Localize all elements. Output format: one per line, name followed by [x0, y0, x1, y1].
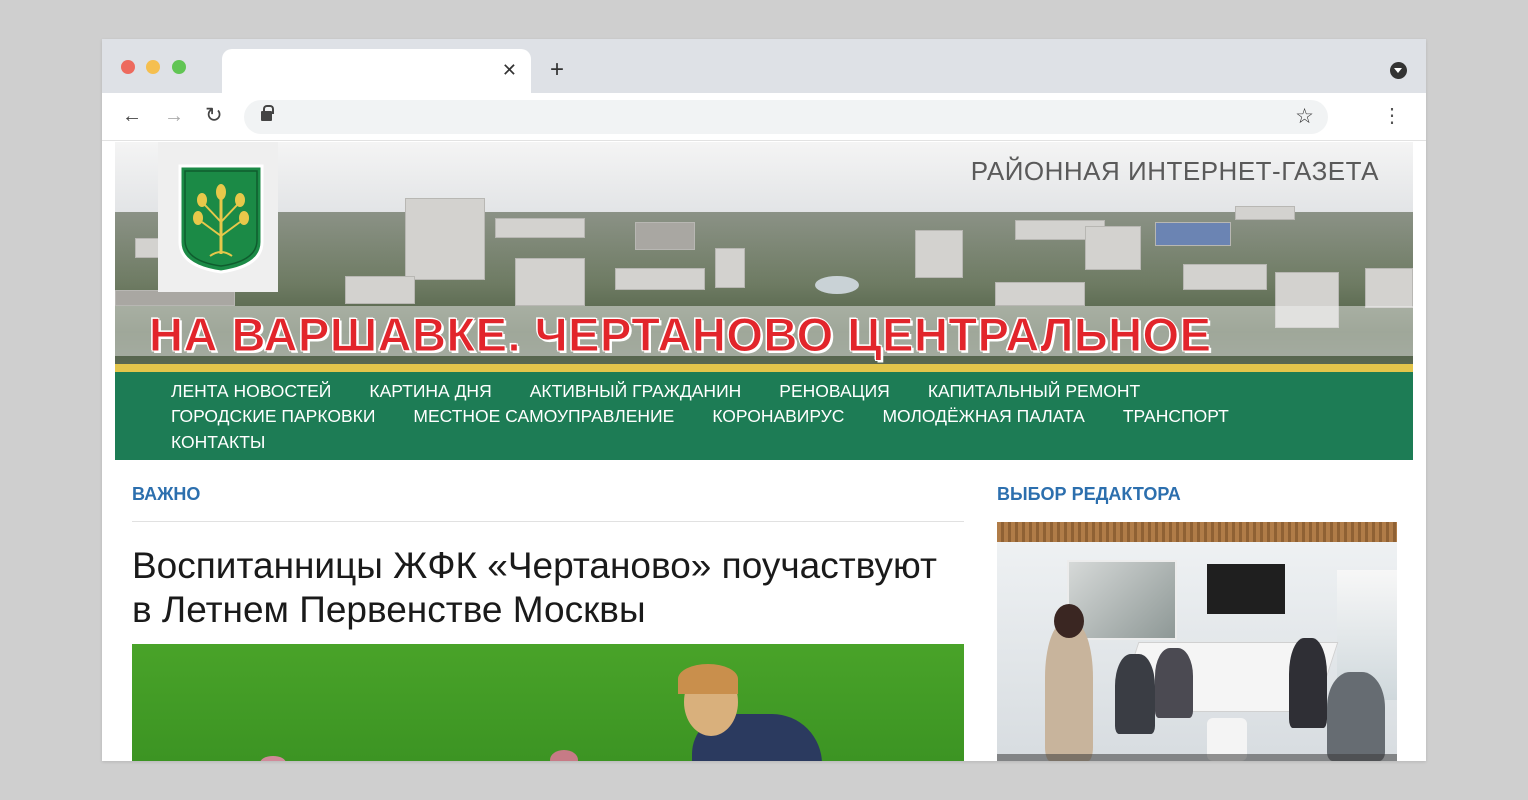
bookmark-star-icon[interactable]: ☆ — [1295, 105, 1314, 129]
editors-choice-image[interactable] — [997, 522, 1397, 761]
image-figure — [550, 750, 578, 761]
web-page: НА ВАРШАВКЕ. ЧЕРТАНОВО ЦЕНТРАЛЬНОЕ РАЙОН… — [115, 142, 1413, 761]
site-banner[interactable]: НА ВАРШАВКЕ. ЧЕРТАНОВО ЦЕНТРАЛЬНОЕ РАЙОН… — [115, 142, 1413, 372]
building — [115, 290, 235, 306]
nav-item-local-government[interactable]: МЕСТНОЕ САМОУПРАВЛЕНИЕ — [413, 405, 674, 427]
image-person — [1054, 604, 1084, 638]
building — [715, 248, 745, 288]
nav-item-coronavirus[interactable]: КОРОНАВИРУС — [712, 405, 844, 427]
section-divider — [132, 521, 964, 522]
nav-item-city-parking[interactable]: ГОРОДСКИЕ ПАРКОВКИ — [171, 405, 375, 427]
nav-item-picture-of-day[interactable]: КАРТИНА ДНЯ — [369, 380, 491, 402]
building — [515, 258, 585, 306]
building — [1235, 206, 1295, 220]
image-figure — [260, 756, 286, 761]
building — [1155, 222, 1231, 246]
site-subtitle: РАЙОННАЯ ИНТЕРНЕТ-ГАЗЕТА — [970, 156, 1379, 186]
new-tab-button[interactable]: + — [550, 58, 564, 82]
browser-titlebar: ✕ + — [102, 39, 1426, 93]
article-headline[interactable]: Воспитанницы ЖФК «Чертаново» поучаствуют… — [132, 544, 964, 632]
back-arrow-icon[interactable]: ← — [122, 105, 142, 127]
nav-item-youth-chamber[interactable]: МОЛОДЁЖНАЯ ПАЛАТА — [882, 405, 1084, 427]
image-person — [1115, 654, 1155, 734]
browser-window: ✕ + ← → ↻ ☆ ⋮ НА ВАРШАВКЕ. ЧЕРТАНОВО ЦЕН… — [102, 39, 1426, 761]
image-figure — [678, 664, 738, 694]
image-ceiling — [997, 522, 1397, 542]
image-painting — [1067, 560, 1177, 640]
site-logo[interactable] — [158, 142, 278, 292]
image-caption-overlay — [997, 754, 1397, 761]
building — [405, 198, 485, 280]
close-icon[interactable]: ✕ — [502, 60, 517, 80]
close-window-button[interactable] — [121, 60, 135, 74]
maximize-window-button[interactable] — [172, 60, 186, 74]
image-person — [1155, 648, 1193, 718]
tab-search-icon[interactable] — [1390, 62, 1407, 79]
image-person — [1045, 622, 1093, 761]
main-navigation: ЛЕНТА НОВОСТЕЙ КАРТИНА ДНЯ АКТИВНЫЙ ГРАЖ… — [115, 372, 1413, 460]
article-image[interactable] — [132, 644, 964, 761]
nav-item-renovation[interactable]: РЕНОВАЦИЯ — [779, 380, 890, 402]
lock-icon — [261, 105, 274, 121]
nav-item-transport[interactable]: ТРАНСПОРТ — [1123, 405, 1229, 427]
building — [1183, 264, 1267, 290]
nav-item-active-citizen[interactable]: АКТИВНЫЙ ГРАЖДАНИН — [530, 380, 742, 402]
section-title-editors-choice[interactable]: ВЫБОР РЕДАКТОРА — [997, 483, 1181, 505]
browser-menu-icon[interactable]: ⋮ — [1382, 106, 1402, 126]
image-person — [1327, 672, 1385, 761]
browser-tab[interactable]: ✕ — [222, 49, 531, 93]
nav-item-contacts[interactable]: КОНТАКТЫ — [171, 431, 265, 453]
reload-icon[interactable]: ↻ — [205, 105, 223, 127]
forward-arrow-icon[interactable]: → — [164, 105, 184, 127]
building — [1365, 268, 1413, 308]
building — [915, 230, 963, 278]
building — [345, 276, 415, 304]
address-bar[interactable]: ☆ — [244, 100, 1328, 134]
building — [995, 282, 1085, 306]
building — [615, 268, 705, 290]
building — [635, 222, 695, 250]
image-person — [1289, 638, 1327, 728]
banner-divider — [115, 364, 1413, 372]
nav-item-news-feed[interactable]: ЛЕНТА НОВОСТЕЙ — [171, 380, 331, 402]
minimize-window-button[interactable] — [146, 60, 160, 74]
section-title-important[interactable]: ВАЖНО — [132, 483, 200, 505]
site-title[interactable]: НА ВАРШАВКЕ. ЧЕРТАНОВО ЦЕНТРАЛЬНОЕ — [148, 307, 1211, 362]
district-crest-icon — [178, 164, 264, 274]
banner-pond — [815, 276, 859, 294]
building — [1085, 226, 1141, 270]
browser-toolbar: ← → ↻ ☆ ⋮ — [102, 93, 1426, 141]
building — [495, 218, 585, 238]
nav-item-capital-repair[interactable]: КАПИТАЛЬНЫЙ РЕМОНТ — [928, 380, 1140, 402]
image-tv — [1207, 564, 1285, 614]
